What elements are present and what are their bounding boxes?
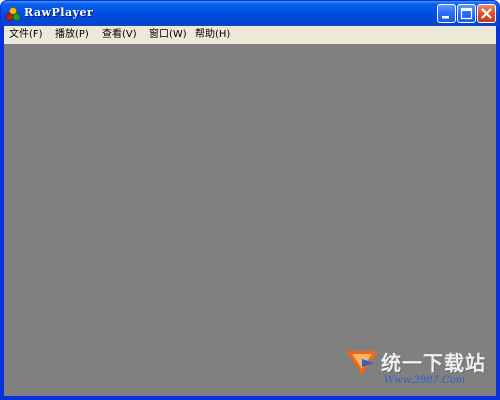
close-icon xyxy=(481,8,492,19)
menu-view[interactable]: 查看(V) xyxy=(102,28,137,42)
app-window: RawPlayer 文件(F) 播放(P) 查看(V) 窗口(W) 帮助(H) xyxy=(0,0,500,400)
minimize-button[interactable] xyxy=(437,4,456,23)
video-display-area[interactable] xyxy=(4,44,496,396)
download-logo-icon xyxy=(346,351,378,375)
menu-play-label: 播放 xyxy=(55,29,75,40)
menu-help-label: 帮助 xyxy=(195,29,215,40)
menu-play-accel: (P) xyxy=(75,29,89,40)
menu-play[interactable]: 播放(P) xyxy=(55,28,89,42)
menu-window-accel: (W) xyxy=(169,29,187,40)
maximize-button[interactable] xyxy=(457,4,476,23)
menu-help[interactable]: 帮助(H) xyxy=(195,28,230,42)
menu-window-label: 窗口 xyxy=(149,29,169,40)
watermark-text: 统一下载站 xyxy=(381,351,486,375)
title-bar[interactable]: RawPlayer xyxy=(1,1,499,26)
menu-window[interactable]: 窗口(W) xyxy=(149,28,187,42)
window-title: RawPlayer xyxy=(24,6,94,19)
menu-file[interactable]: 文件(F) xyxy=(9,28,43,42)
minimize-icon xyxy=(442,16,449,19)
menu-view-accel: (V) xyxy=(122,29,137,40)
menu-bar: 文件(F) 播放(P) 查看(V) 窗口(W) 帮助(H) xyxy=(4,26,496,44)
maximize-icon xyxy=(460,7,473,20)
menu-file-accel: (F) xyxy=(29,29,43,40)
watermark: 统一下载站 Www.3987.Com xyxy=(344,345,500,400)
menu-help-accel: (H) xyxy=(215,29,231,40)
menu-view-label: 查看 xyxy=(102,29,122,40)
menu-file-label: 文件 xyxy=(9,29,29,40)
watermark-url: Www.3987.Com xyxy=(384,375,466,386)
app-logo-icon xyxy=(5,6,21,22)
close-button[interactable] xyxy=(477,4,496,23)
